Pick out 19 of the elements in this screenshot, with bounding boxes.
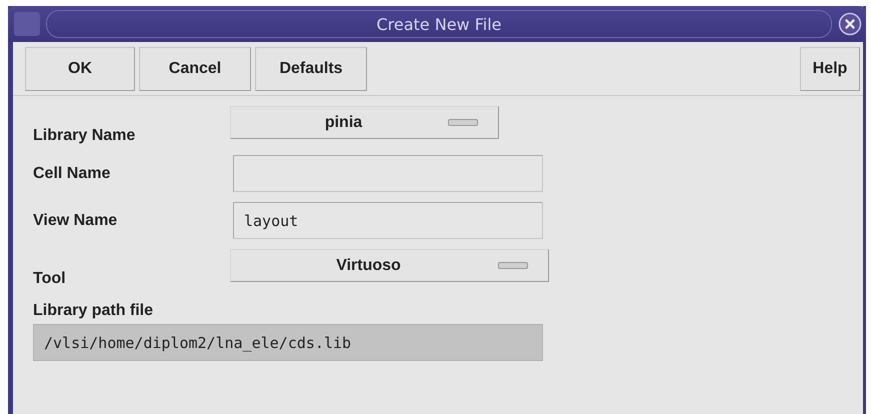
option-menu-icon — [448, 119, 478, 126]
dialog-button[interactable]: Defaults — [255, 47, 367, 91]
window-title: Create New File — [376, 14, 502, 34]
option-menu-icon — [498, 262, 528, 269]
dropdown-button[interactable]: Virtuoso — [230, 249, 549, 282]
input-field[interactable]: layout — [233, 202, 543, 239]
input-field[interactable]: /vlsi/home/diplom2/lna_ele/cds.lib — [33, 324, 543, 361]
dialog-button[interactable]: OK — [25, 47, 135, 91]
field-label: Cell Name — [33, 164, 112, 182]
dropdown-button[interactable]: pinia — [230, 106, 499, 139]
field-label: Library path file — [33, 302, 154, 320]
field-label: View Name — [33, 212, 118, 230]
input-field[interactable] — [233, 155, 543, 192]
help-button[interactable]: Help — [800, 47, 860, 91]
field-label: Tool — [33, 270, 67, 288]
window-menu-icon[interactable] — [14, 12, 40, 36]
dialog-button[interactable]: Cancel — [139, 47, 251, 91]
close-icon[interactable] — [838, 12, 862, 36]
field-label: Library Name — [33, 127, 136, 145]
